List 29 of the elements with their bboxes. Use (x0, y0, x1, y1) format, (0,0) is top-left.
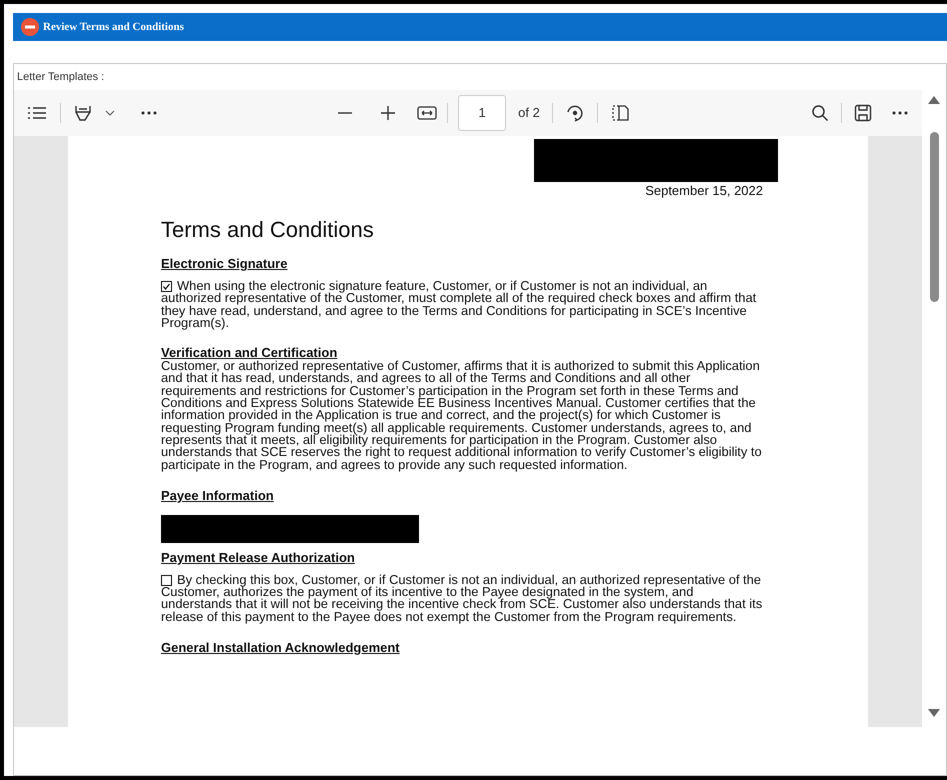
fit-width-icon[interactable] (417, 105, 438, 121)
section-heading: Payment Release Authorization (161, 550, 355, 565)
field-label: Letter Templates : (17, 70, 104, 85)
section-heading: Electronic Signature (161, 256, 288, 271)
page-number-field[interactable]: 1 (458, 95, 506, 131)
section-heading: Verification and Certification (161, 345, 338, 360)
more-icon[interactable] (892, 111, 908, 115)
rotate-icon[interactable] (564, 103, 585, 123)
section-paragraph: Customer, or authorized representative of Customer, affirms that it is authorized to submit this Application and that it has read, understands, and agrees to all of the Terms and Conditions and all other requirements and restrictions for Customer’s participation in the Program set forth in these Terms and Conditions and Express Solutions Statewide EE Business Incentives Manual. Customer certifies that the information provided in the Application is true and correct, and the project(s) for which Customer is requesting Program funding meet(s) all applicable requirements. Customer understands, agrees to, and represents that it meets, all eligibility requirements for participation in the Program. Customer also understands that SCE reserves the right to request additional information to verify Customer’s eligibility to participate in the Program, and agrees to provide any such requested information. (161, 360, 763, 471)
letter-date: September 15, 2022 (645, 183, 763, 198)
save-icon[interactable] (854, 104, 872, 122)
section-heading: Payee Information (161, 488, 274, 503)
section-paragraph: When using the electronic signature feature, Customer, or if Customer is not an individual, an authorized representative of the Customer, must complete all of the required check boxes and affirm that they have read, understand, and agree to the Terms and Conditions for participating in SCE’s Incentive Program(s). (161, 280, 758, 330)
list-icon[interactable] (26, 105, 48, 121)
two-page-icon[interactable] (610, 104, 630, 122)
chevron-down-icon[interactable] (105, 109, 115, 117)
more-icon[interactable] (141, 111, 157, 115)
scroll-up-icon[interactable] (928, 96, 940, 104)
scroll-down-icon[interactable] (928, 709, 940, 717)
scrollbar-thumb[interactable] (930, 132, 938, 302)
window-title: Review Terms and Conditions (43, 20, 184, 35)
page-count: of 2 (518, 104, 540, 122)
zoom-in-icon[interactable] (381, 106, 396, 120)
stop-icon (21, 18, 39, 36)
document-title: Terms and Conditions (161, 217, 374, 243)
section-paragraph: By checking this box, Customer, or if Customer is not an individual, an authorized representative of the Customer, authorizes the payment of its incentive to the Payee designated in the system, and understands that it will not be receiving the incentive check from SCE. Customer also understands that its release of this payment to the Payee does not exempt the Customer from the Program requirements. (161, 574, 763, 624)
search-icon[interactable] (811, 104, 829, 122)
section-heading: General Installation Acknowledgement (161, 640, 400, 656)
highlighter-icon[interactable] (73, 103, 93, 123)
